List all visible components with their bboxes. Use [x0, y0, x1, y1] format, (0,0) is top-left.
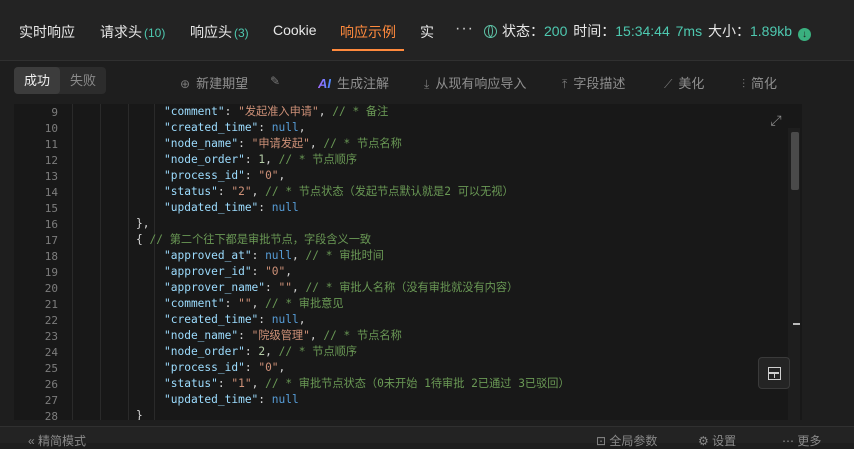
- edit-button[interactable]: ✎: [270, 73, 286, 88]
- line-number: 17: [44, 234, 58, 247]
- response-tab-bar: 实时响应 请求头 (10) 响应头 (3) Cookie 响应示例 实 ··· 状态…: [0, 0, 854, 61]
- code-line: "comment": "发起准入申请", // * 备注: [164, 105, 389, 118]
- line-number: 14: [44, 186, 58, 199]
- line-number: 25: [44, 362, 58, 375]
- bottom-status-bar: « 精简模式 ⊡ 全局参数 ⚙ 设置 ⋯ 更多: [0, 426, 854, 448]
- success-toggle[interactable]: 成功: [14, 67, 60, 94]
- code-line: "status": "2", // * 节点状态（发起节点默认就是2 可以无视）: [164, 185, 514, 198]
- beautify-button[interactable]: ⟋ 美化: [664, 73, 704, 92]
- line-number: 19: [44, 266, 58, 279]
- upload-icon: ⤒: [562, 77, 568, 91]
- download-icon[interactable]: ↓: [798, 28, 812, 41]
- line-number: 23: [44, 330, 58, 343]
- indent-guide: [100, 104, 101, 420]
- code-line: "approver_id": "0",: [164, 265, 293, 278]
- compress-icon: ⫶: [742, 77, 746, 91]
- settings-button[interactable]: ⚙ 设置: [698, 432, 736, 449]
- code-line: "status": "1", // * 审批节点状态（0未开始 1待审批 2已通…: [164, 377, 570, 390]
- code-line: "approved_at": null, // * 审批时间: [164, 249, 384, 262]
- code-line: },: [136, 217, 150, 230]
- more-icon: ⋯: [782, 434, 798, 448]
- line-number: 15: [44, 202, 58, 215]
- line-number: 16: [44, 218, 58, 231]
- response-status-bar: 状态：200 时间：15:34:44 7ms 大小：1.89kb ↓: [484, 21, 812, 41]
- line-number: 22: [44, 314, 58, 327]
- new-expectation-button[interactable]: ⊕ 新建期望: [180, 73, 248, 92]
- layout-toggle-button[interactable]: [758, 357, 790, 389]
- import-from-response-button[interactable]: ⤓ 从现有响应导入: [424, 73, 526, 92]
- response-timestamp: 15:34:44: [615, 23, 670, 39]
- simplify-button[interactable]: ⫶ 简化: [742, 73, 777, 92]
- line-number: 11: [44, 138, 58, 151]
- field-description-button[interactable]: ⤒ 字段描述: [562, 73, 625, 92]
- line-number: 26: [44, 378, 58, 391]
- line-number: 10: [44, 122, 58, 135]
- line-number: 18: [44, 250, 58, 263]
- code-line: "comment": "", // * 审批意见: [164, 297, 344, 310]
- response-size: 1.89kb: [749, 23, 793, 39]
- code-line: "node_order": 2, // * 节点顺序: [164, 345, 358, 358]
- code-line: { // 第二个往下都是审批节点，字段含义一致: [136, 233, 372, 246]
- example-toolbar: 成功 失败 ⊕ 新建期望 ✎ AI 生成注解 ⤓ 从现有响应导入 ⤒ 字段描述 ⟋ 美化 …: [0, 60, 854, 102]
- code-line: "updated_time": null: [164, 393, 299, 406]
- global-params-icon: ⊡: [596, 434, 610, 448]
- code-line: "process_id": "0",: [164, 361, 286, 374]
- fail-toggle[interactable]: 失败: [60, 67, 106, 94]
- gear-icon: ⚙: [698, 434, 713, 448]
- simple-mode-button[interactable]: « 精简模式: [28, 432, 86, 449]
- tab-truncated[interactable]: 实: [420, 22, 438, 42]
- response-headers-count: (3): [234, 26, 249, 40]
- globe-icon: [484, 25, 497, 38]
- line-number: 28: [44, 410, 58, 420]
- line-number: 24: [44, 346, 58, 359]
- indent-guide: [154, 104, 155, 420]
- code-line: "created_time": null,: [164, 313, 306, 326]
- tab-cookie[interactable]: Cookie: [273, 22, 317, 38]
- line-number: 12: [44, 154, 58, 167]
- tab-response-headers[interactable]: 响应头 (3): [190, 22, 249, 42]
- download-icon: ⤓: [424, 77, 430, 91]
- tab-realtime-response[interactable]: 实时响应: [19, 22, 75, 42]
- pencil-icon: ✎: [270, 74, 281, 88]
- line-number: 27: [44, 394, 58, 407]
- ai-icon: AI: [318, 76, 331, 91]
- line-number: 13: [44, 170, 58, 183]
- code-line: "process_id": "0",: [164, 169, 286, 182]
- indent-guide: [72, 104, 73, 420]
- magic-wand-icon: ⟋: [664, 77, 673, 91]
- code-line: "updated_time": null: [164, 201, 299, 214]
- layout-icon: [768, 367, 781, 380]
- more-button[interactable]: ⋯ 更多: [782, 432, 821, 449]
- line-number: 9: [51, 106, 58, 119]
- scrollbar-thumb[interactable]: [791, 132, 799, 190]
- code-line: "node_name": "院级管理", // * 节点名称: [164, 329, 402, 342]
- scrollbar-marker: [793, 323, 800, 325]
- ai-generate-comment-button[interactable]: AI 生成注解: [318, 73, 389, 92]
- tab-response-example[interactable]: 响应示例: [340, 22, 396, 42]
- result-segmented-control: 成功 失败: [14, 67, 106, 94]
- status-code: 200: [544, 23, 568, 39]
- code-line: "created_time": null,: [164, 121, 306, 134]
- code-line: "node_name": "申请发起", // * 节点名称: [164, 137, 402, 150]
- active-tab-underline: [332, 49, 404, 51]
- indent-guide: [128, 104, 129, 420]
- response-duration: 7ms: [675, 23, 703, 39]
- global-params-button[interactable]: ⊡ 全局参数: [596, 432, 657, 449]
- line-number: 21: [44, 298, 58, 311]
- code-line: }: [136, 409, 143, 420]
- more-tabs-button[interactable]: ···: [455, 20, 474, 38]
- code-line: "approver_name": "", // * 审批人名称（没有审批就没有内…: [164, 281, 519, 294]
- line-number: 20: [44, 282, 58, 295]
- expand-icon[interactable]: ⤢: [768, 112, 784, 128]
- code-editor[interactable]: 9 10 11 12 13 14 15 16 17 18 19 20 21 22 23 24 25 26 27 28 …: [14, 104, 802, 420]
- tab-request-headers[interactable]: 请求头 (10): [100, 22, 165, 42]
- code-line: "node_order": 1, // * 节点顺序: [164, 153, 358, 166]
- plus-circle-icon: ⊕: [180, 77, 191, 91]
- request-headers-count: (10): [144, 26, 166, 40]
